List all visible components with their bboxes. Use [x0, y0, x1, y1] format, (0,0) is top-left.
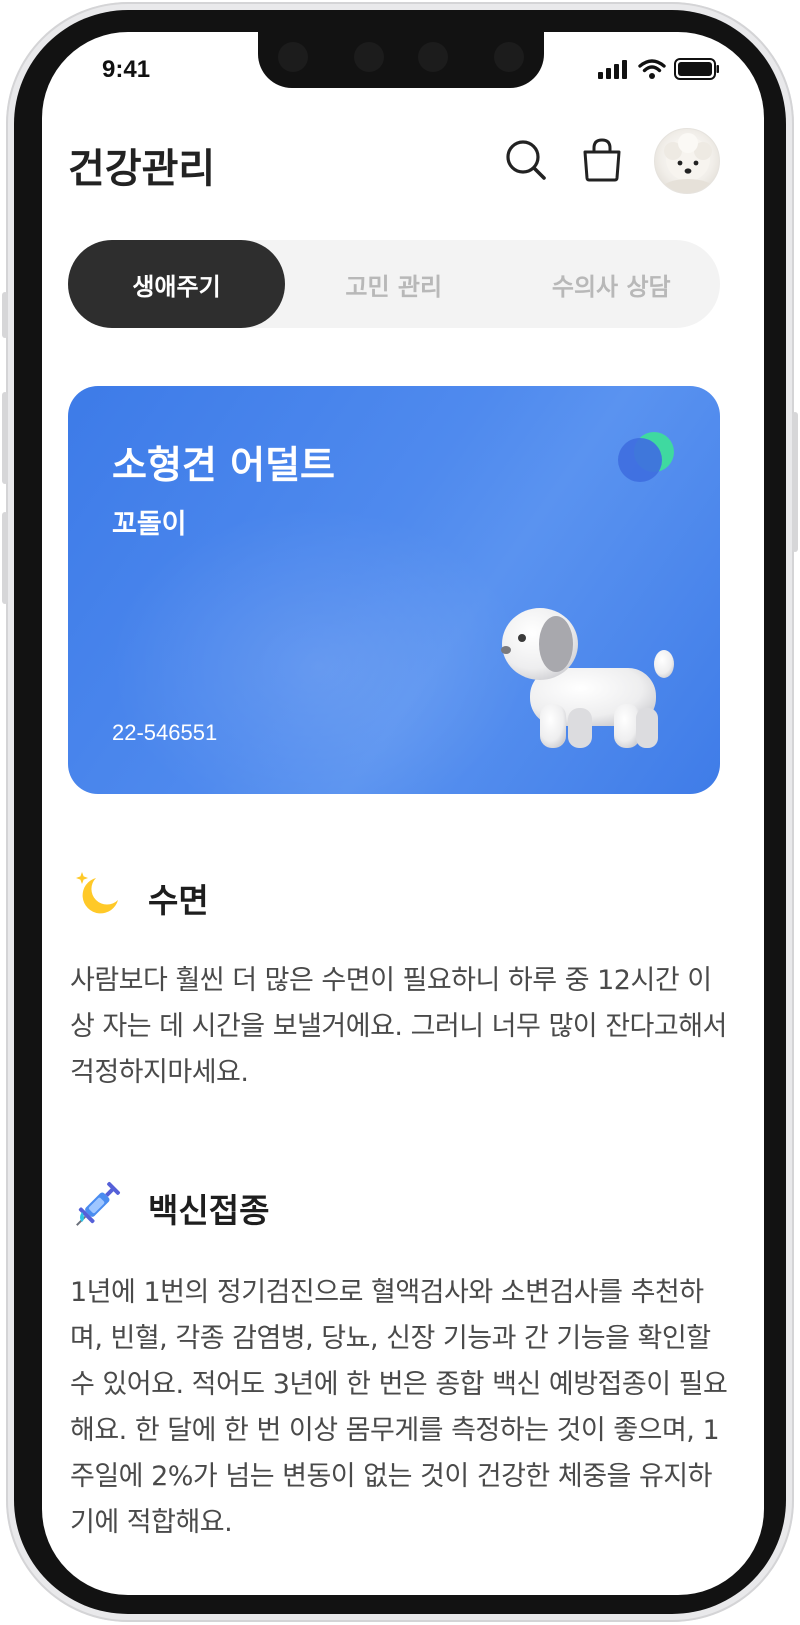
page-title: 건강관리	[68, 146, 216, 192]
power-button	[792, 412, 798, 552]
pet-registration-number: 22-546551	[112, 720, 218, 745]
card-title: 소형견 어덜트	[112, 443, 335, 487]
segment-tabs: 생애주기 고민 관리 수의사 상담	[68, 240, 720, 328]
camera-dot	[418, 42, 448, 72]
card-logo-icon	[618, 432, 674, 482]
status-icons	[598, 58, 720, 80]
dog-figure-icon	[501, 608, 674, 748]
pet-card[interactable]: 소형견 어덜트 꼬돌이 22-546551	[68, 386, 720, 794]
signal-icon	[598, 60, 627, 79]
search-icon[interactable]	[504, 138, 548, 182]
dog-avatar-icon	[662, 133, 714, 193]
profile-avatar[interactable]	[654, 128, 720, 194]
section-title-sleep: 수면	[148, 881, 209, 920]
volume-up-button	[2, 392, 8, 484]
section-title-vaccination: 백신접종	[148, 1191, 270, 1230]
phone-frame: 9:41 건강관리 생애주기 고민 관리 수의사 상담 소형견 어덜트 꼬돌이 …	[2, 2, 798, 1622]
tab-vet-consult[interactable]: 수의사 상담	[503, 240, 721, 328]
syringe-icon	[76, 1181, 121, 1226]
camera-dot	[278, 42, 308, 72]
mute-switch	[2, 292, 8, 338]
notch	[258, 32, 544, 88]
pet-name: 꼬돌이	[112, 509, 187, 540]
wifi-icon	[638, 59, 666, 79]
tab-concern-care[interactable]: 고민 관리	[285, 240, 503, 328]
card-glow	[108, 506, 528, 794]
moon-icon	[76, 872, 118, 914]
status-time: 9:41	[102, 56, 151, 83]
camera-dot	[354, 42, 384, 72]
camera-dot	[494, 42, 524, 72]
section-body-vaccination: 1년에 1번의 정기검진으로 혈액검사와 소변검사를 추천하며, 빈혈, 각종 …	[70, 1277, 728, 1538]
shopping-bag-icon[interactable]	[580, 138, 624, 182]
tab-life-cycle[interactable]: 생애주기	[68, 240, 285, 328]
app-screen: 9:41 건강관리 생애주기 고민 관리 수의사 상담 소형견 어덜트 꼬돌이 …	[42, 32, 764, 1595]
section-body-sleep: 사람보다 훨씬 더 많은 수면이 필요하니 하루 중 12시간 이상 자는 데 …	[70, 965, 727, 1088]
battery-icon	[674, 58, 719, 80]
volume-down-button	[2, 512, 8, 604]
